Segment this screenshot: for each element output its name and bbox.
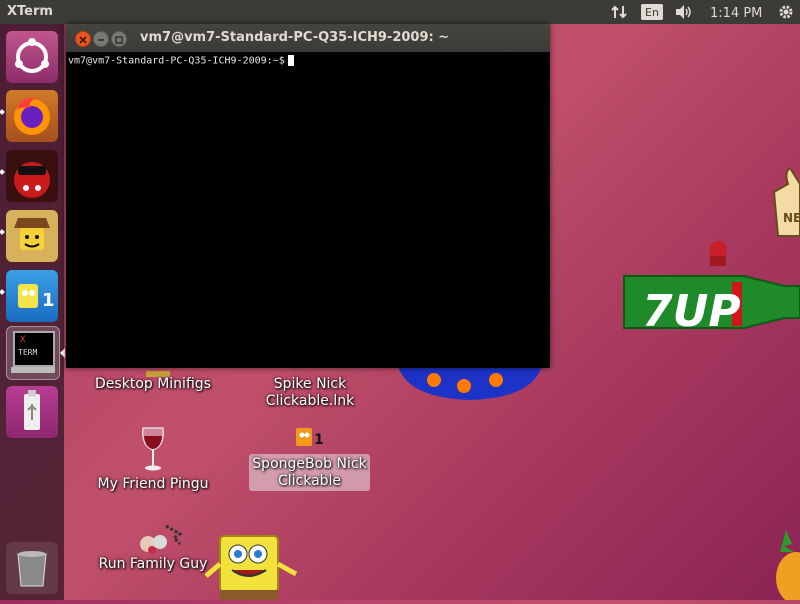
running-indicator (0, 229, 5, 235)
spongebob-nick-icon[interactable]: 1 (294, 426, 326, 448)
maximize-button[interactable] (111, 31, 127, 47)
spongebob-nick-label: SpongeBob Nick Clickable (249, 456, 370, 490)
network-icon[interactable] (610, 3, 628, 21)
xterm-icon: X TERM (13, 331, 55, 367)
lego-minifig-icon (14, 218, 50, 250)
firefox-launcher[interactable] (6, 90, 58, 142)
gear-icon[interactable] (778, 3, 794, 21)
xterm-icon-letter: X (20, 335, 26, 345)
xterm-launcher[interactable]: X TERM (6, 326, 60, 380)
usb-drive-icon (24, 390, 40, 430)
desktop-icon-label: Spike Nick (273, 376, 347, 392)
xterm-icon-label: TERM (18, 348, 38, 357)
sign-text: NE (783, 211, 800, 225)
desktop-icon-label: Clickable (277, 473, 342, 489)
xterm-window[interactable]: vm7@vm7-Standard-PC-Q35-ICH9-2009: ~ vm7… (66, 24, 550, 368)
svg-text:1: 1 (42, 290, 55, 311)
desktop-icon-label[interactable]: Desktop Minifigs (88, 376, 218, 393)
running-indicator (0, 289, 5, 295)
minimize-icon (98, 39, 104, 41)
desktop-icon-label: Clickable.lnk (265, 393, 355, 409)
lego-launcher[interactable] (6, 210, 58, 262)
desktop-icon-label: SpongeBob Nick (252, 456, 367, 472)
selected-icon-highlight[interactable]: SpongeBob Nick Clickable (249, 454, 370, 491)
top-panel: XTerm En 1:14 PM (0, 0, 800, 24)
running-indicator (0, 169, 5, 175)
running-indicator (0, 109, 5, 115)
family-guy-icon[interactable] (136, 522, 186, 556)
wine-glass-icon[interactable] (140, 426, 166, 472)
firefox-icon (14, 97, 50, 135)
terminal-body[interactable]: vm7@vm7-Standard-PC-Q35-ICH9-2009:~$ (66, 52, 550, 368)
window-titlebar[interactable]: vm7@vm7-Standard-PC-Q35-ICH9-2009: ~ (66, 24, 550, 52)
terminal-prompt-line: vm7@vm7-Standard-PC-Q35-ICH9-2009:~$ (68, 55, 294, 67)
red-creature-icon (14, 162, 50, 198)
shell-prompt: vm7@vm7-Standard-PC-Q35-ICH9-2009:~$ (68, 55, 285, 67)
launcher-sidebar: 1 X TERM (0, 24, 65, 600)
keyboard-base (11, 367, 55, 373)
clock[interactable]: 1:14 PM (710, 4, 762, 22)
usb-drive-launcher[interactable] (6, 386, 58, 438)
keyboard-language-indicator[interactable]: En (641, 4, 663, 20)
desktop-icon-label[interactable]: My Friend Pingu (88, 476, 218, 493)
spongebob-character-icon[interactable] (200, 532, 304, 600)
western-sign-icon[interactable]: NE (766, 160, 800, 246)
volume-icon[interactable] (674, 3, 694, 21)
red-mascot-icon (700, 238, 736, 268)
7up-bottle-icon[interactable]: 7UP (620, 262, 800, 346)
close-icon (79, 36, 87, 44)
active-window-indicator (60, 348, 65, 358)
bottle-label: 7UP (642, 286, 741, 337)
ubuntu-logo-icon (15, 38, 49, 73)
trash-launcher[interactable] (6, 542, 58, 594)
spike-nick-icon[interactable]: Spike Nick Clickable.lnk (254, 376, 366, 410)
maximize-icon (115, 36, 123, 44)
svg-text:1: 1 (314, 432, 324, 448)
minimize-button[interactable] (93, 31, 109, 47)
window-title: vm7@vm7-Standard-PC-Q35-ICH9-2009: ~ (140, 30, 450, 45)
spongebob-icon: 1 (18, 284, 55, 311)
game-launcher[interactable] (6, 150, 58, 202)
partial-desktop-icon[interactable] (398, 366, 542, 402)
trash-icon (17, 551, 47, 587)
ubuntu-dash-button[interactable] (6, 31, 58, 83)
close-button[interactable] (75, 31, 91, 47)
desktop-icon-label[interactable]: Run Family Guy (88, 556, 218, 573)
active-app-title: XTerm (7, 4, 53, 19)
pineapple-house-icon[interactable] (772, 530, 800, 604)
spongebob-launcher[interactable]: 1 (6, 270, 58, 322)
text-cursor (287, 55, 294, 66)
